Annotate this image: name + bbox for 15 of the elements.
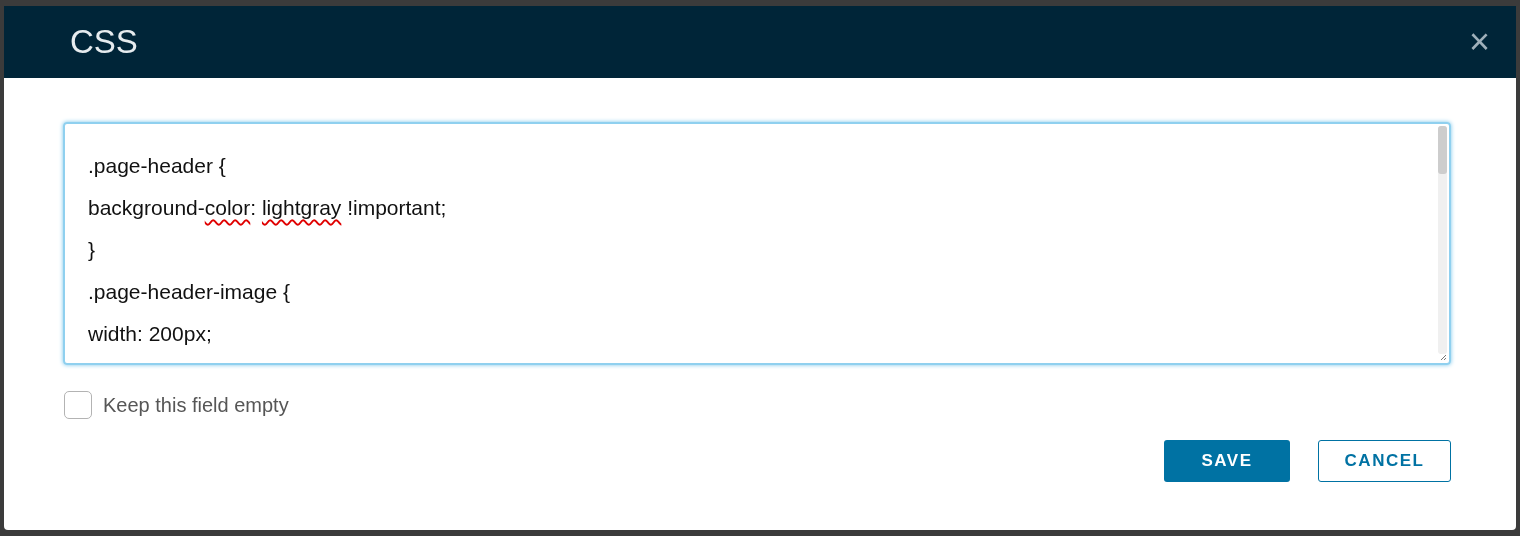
code-line: } bbox=[88, 237, 95, 263]
code-line: width: 200px; bbox=[88, 321, 212, 347]
close-button[interactable]: × bbox=[1468, 24, 1490, 60]
code-line: .page-header-image { bbox=[88, 279, 290, 305]
scrollbar[interactable] bbox=[1438, 126, 1447, 354]
checkbox-label: Keep this field empty bbox=[103, 393, 289, 418]
css-text-area[interactable]: .page-header { background-color: lightgray !important; } .page-header-image { width: 200px; bbox=[63, 122, 1451, 365]
scrollbar-thumb[interactable] bbox=[1438, 126, 1447, 174]
save-button[interactable]: SAVE bbox=[1164, 440, 1290, 482]
cancel-button[interactable]: CANCEL bbox=[1318, 440, 1451, 482]
checkbox[interactable] bbox=[64, 391, 92, 419]
resize-grip-icon[interactable] bbox=[1439, 353, 1447, 361]
code-line: .page-header { bbox=[88, 153, 226, 179]
code-line: background-color: lightgray !important; bbox=[88, 195, 447, 221]
dialog-title: CSS bbox=[70, 22, 138, 63]
